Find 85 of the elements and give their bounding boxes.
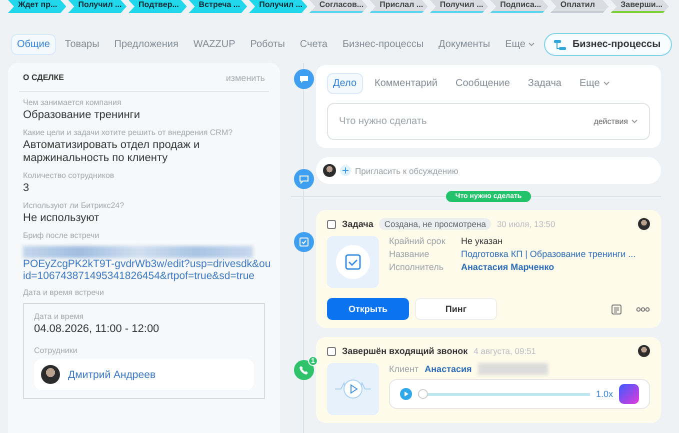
invite-field[interactable]: Пригласить к обсуждению bbox=[316, 157, 661, 184]
field-value: 3 bbox=[23, 182, 30, 195]
field-label: Какие цели и задачи хотите решить от внедрения CRM? bbox=[23, 128, 234, 137]
pipeline-stage[interactable]: Заверши... bbox=[610, 0, 669, 13]
field-value: Образование тренинги bbox=[23, 109, 141, 122]
tab[interactable]: Товары bbox=[58, 34, 106, 55]
pipeline-stage[interactable]: Согласов... bbox=[309, 0, 368, 13]
tab[interactable]: Комментарий bbox=[368, 73, 444, 94]
pipeline-stage[interactable]: Получил ... bbox=[68, 0, 127, 13]
pipeline-stage[interactable]: Встреча ... bbox=[188, 0, 248, 13]
business-process-button[interactable]: Бизнес-процессы bbox=[544, 33, 672, 56]
field-value: Автоматизировать отдел продаж и маржинальность по клиенту bbox=[23, 139, 201, 165]
pipeline-stage[interactable]: Подписа... bbox=[490, 0, 548, 13]
task-icon bbox=[294, 232, 314, 252]
tab[interactable]: Предложения bbox=[108, 34, 184, 55]
pipeline-stage[interactable]: Прислал ... bbox=[370, 0, 428, 13]
task-date: 30 июля, 13:50 bbox=[496, 219, 556, 229]
checkbox[interactable] bbox=[327, 346, 336, 356]
chat-icon bbox=[294, 69, 314, 89]
field-label: Используют ли Битрикс24? bbox=[23, 201, 126, 210]
comment-icon bbox=[294, 169, 314, 189]
ai-icon[interactable] bbox=[619, 384, 639, 404]
more-icon[interactable] bbox=[636, 306, 650, 312]
tab[interactable]: Общие bbox=[11, 34, 56, 55]
field-label: Исполнитель bbox=[389, 262, 445, 272]
field-label: Сотрудники bbox=[34, 346, 78, 355]
pipeline-stage[interactable]: Получил ... bbox=[249, 0, 308, 13]
tab[interactable]: Счета bbox=[294, 34, 334, 55]
audio-tile-icon bbox=[327, 363, 379, 415]
field-value[interactable]: Анастасия Марченко bbox=[461, 262, 636, 272]
actions-dropdown[interactable]: действия bbox=[594, 117, 638, 126]
speed-label[interactable]: 1.0x bbox=[596, 389, 613, 399]
employee-name[interactable]: Дмитрий Андреев bbox=[68, 368, 156, 380]
avatar bbox=[41, 365, 60, 384]
plus-icon bbox=[340, 165, 351, 176]
field-label: Дата и время bbox=[34, 312, 85, 321]
tab[interactable]: Задача bbox=[522, 73, 568, 94]
pipeline-stage[interactable]: Оплатил bbox=[550, 0, 609, 13]
field-value[interactable]: Подготовка КП | Образование тренинги ... bbox=[461, 249, 636, 259]
field-label: Бриф после встречи bbox=[23, 231, 100, 240]
chevron-down-icon bbox=[528, 42, 536, 47]
open-button[interactable]: Открыть bbox=[327, 298, 409, 320]
checkbox[interactable] bbox=[327, 220, 336, 228]
tab[interactable]: Бизнес-процессы bbox=[336, 34, 430, 55]
flow-icon bbox=[553, 38, 568, 50]
call-title: Завершён входящий звонок bbox=[342, 346, 468, 356]
phone-icon bbox=[294, 360, 314, 380]
field-label: Чем занимается компания bbox=[23, 98, 122, 107]
pipeline-stage[interactable]: Получил ... bbox=[430, 0, 488, 13]
task-tile-icon bbox=[327, 236, 379, 288]
field-label: Дата и время встречи bbox=[23, 288, 105, 297]
avatar bbox=[638, 345, 650, 357]
tab[interactable]: Сообщение bbox=[450, 73, 516, 94]
play-icon[interactable] bbox=[400, 388, 412, 400]
tab[interactable]: Еще bbox=[573, 73, 616, 94]
status-label: Создана, не просмотрена bbox=[379, 218, 491, 230]
field-value: Не указан bbox=[461, 236, 504, 246]
client-name[interactable]: Анастасия bbox=[424, 364, 472, 374]
ping-button[interactable]: Пинг bbox=[415, 298, 497, 320]
tab[interactable]: Роботы bbox=[244, 34, 291, 55]
employee-card[interactable]: Дмитрий Андреев bbox=[34, 359, 254, 390]
avatar bbox=[638, 218, 650, 230]
progress-thumb[interactable] bbox=[418, 388, 428, 398]
call-date: 4 августа, 09:51 bbox=[474, 346, 536, 356]
task-input-field[interactable]: Что нужно сделать действия bbox=[327, 103, 650, 140]
field-label: Количество сотрудников bbox=[23, 171, 116, 180]
brief-link[interactable]: POEyZcgPK2kT9T-gvdrWb3w/edit?usp=drivesdk&ouid=106743871495341826454&rtpof=true&sd=true bbox=[19, 258, 275, 282]
tab[interactable]: Документы bbox=[432, 34, 496, 55]
field-label: Крайний срок bbox=[389, 236, 446, 246]
card-title: О СДЕЛКЕ bbox=[23, 73, 64, 83]
chevron-down-icon bbox=[631, 119, 638, 124]
field-label: Название bbox=[389, 249, 430, 259]
tab[interactable]: Еще bbox=[499, 34, 542, 55]
pipeline-stage[interactable]: Ждет пр... bbox=[8, 0, 66, 13]
avatar bbox=[323, 164, 336, 177]
blurred-text bbox=[478, 363, 548, 375]
task-title: Задача bbox=[342, 219, 374, 229]
tab[interactable]: Дело bbox=[327, 73, 363, 94]
note-icon[interactable] bbox=[611, 304, 622, 314]
field-value: Не используют bbox=[23, 212, 100, 225]
field-value: 04.08.2026, 11:00 - 12:00 bbox=[34, 323, 160, 336]
pipeline-stage[interactable]: Подтвер... bbox=[128, 0, 187, 13]
field-label: Клиент bbox=[389, 364, 419, 374]
chevron-down-icon bbox=[602, 81, 610, 86]
tab[interactable]: WAZZUP bbox=[187, 34, 242, 55]
